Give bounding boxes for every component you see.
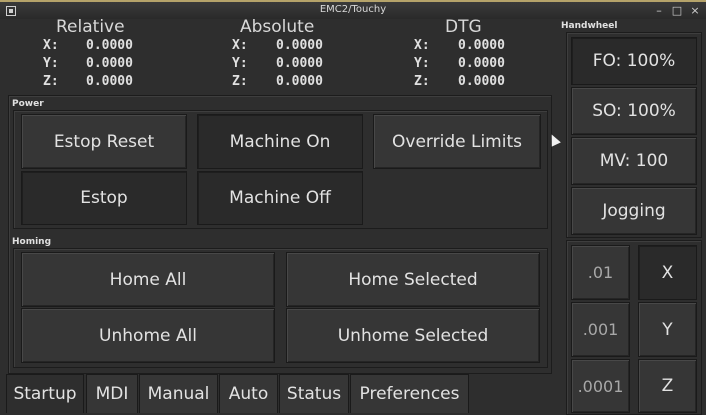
estop-reset-button[interactable]: Estop Reset [21, 114, 187, 169]
dro-axis-label: Z: [43, 74, 59, 89]
unhome-selected-button[interactable]: Unhome Selected [286, 308, 540, 363]
dro-relative-label: Relative [56, 17, 125, 37]
dro-axis-label: Z: [414, 74, 430, 89]
home-selected-button[interactable]: Home Selected [286, 252, 540, 307]
tab-status[interactable]: Status [279, 374, 349, 413]
tab-manual[interactable]: Manual [139, 374, 218, 413]
dro-absolute-label: Absolute [240, 17, 315, 37]
handwheel-label: Handwheel [561, 21, 618, 31]
dro-value: 0.0000 [276, 74, 323, 89]
dro-axis-label: Y: [43, 56, 59, 71]
max-velocity-button[interactable]: MV: 100 [571, 137, 697, 185]
jogging-button[interactable]: Jogging [571, 187, 697, 235]
dro-dtg-label: DTG [445, 17, 482, 37]
dro-value: 0.0000 [458, 38, 505, 53]
axis-x-button[interactable]: X [638, 245, 697, 300]
dro-value: 0.0000 [458, 74, 505, 89]
minimize-icon[interactable]: – [652, 4, 666, 17]
homing-section-label: Homing [12, 237, 52, 247]
tab-preferences[interactable]: Preferences [350, 374, 469, 413]
increment-001-button[interactable]: .001 [571, 302, 630, 357]
axis-z-button[interactable]: Z [638, 359, 697, 413]
dro-axis-label: X: [43, 38, 59, 53]
dro-value: 0.0000 [86, 38, 133, 53]
machine-on-button[interactable]: Machine On [197, 114, 363, 169]
unhome-all-button[interactable]: Unhome All [21, 308, 275, 363]
dro-axis-label: X: [232, 38, 248, 53]
maximize-icon[interactable]: □ [670, 4, 684, 17]
dro-value: 0.0000 [86, 56, 133, 71]
override-limits-button[interactable]: Override Limits [373, 114, 541, 169]
dro-axis-label: Y: [232, 56, 248, 71]
tab-mdi[interactable]: MDI [86, 374, 138, 413]
dro-axis-label: Y: [414, 56, 430, 71]
dro-value: 0.0000 [86, 74, 133, 89]
home-all-button[interactable]: Home All [21, 252, 275, 307]
feed-override-button[interactable]: FO: 100% [571, 37, 697, 85]
increment-0001-button[interactable]: .0001 [571, 359, 630, 413]
dro-value: 0.0000 [458, 56, 505, 71]
tab-startup[interactable]: Startup [6, 374, 84, 413]
axis-y-button[interactable]: Y [638, 302, 697, 357]
increment-01-button[interactable]: .01 [571, 245, 630, 300]
machine-off-button[interactable]: Machine Off [197, 171, 363, 225]
spindle-override-button[interactable]: SO: 100% [571, 87, 697, 135]
estop-button[interactable]: Estop [21, 171, 187, 225]
power-section-label: Power [12, 99, 44, 109]
dro-axis-label: X: [414, 38, 430, 53]
dro-value: 0.0000 [276, 38, 323, 53]
close-icon[interactable]: × [688, 4, 702, 17]
dro-value: 0.0000 [276, 56, 323, 71]
dro-axis-label: Z: [232, 74, 248, 89]
window-title: EMC2/Touchy [319, 4, 387, 15]
tab-auto[interactable]: Auto [219, 374, 278, 413]
